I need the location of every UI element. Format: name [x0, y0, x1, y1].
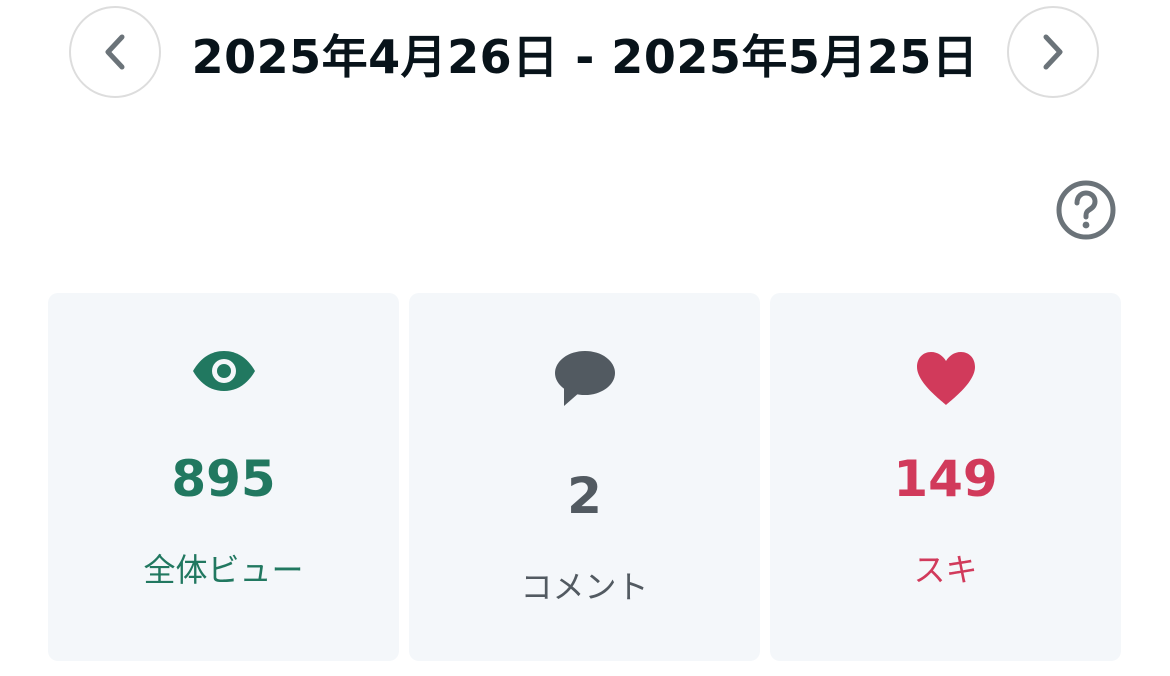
chevron-left-icon	[105, 34, 125, 70]
likes-stat-card: 149 スキ	[770, 293, 1121, 661]
question-circle-icon	[1056, 180, 1116, 240]
next-period-button[interactable]	[1007, 6, 1099, 98]
comments-label: コメント	[520, 568, 649, 606]
eye-icon	[192, 351, 255, 391]
views-stat-card: 895 全体ビュー	[48, 293, 399, 661]
likes-label: スキ	[913, 551, 978, 589]
likes-count: 149	[893, 450, 998, 508]
previous-period-button[interactable]	[69, 6, 161, 98]
comments-count: 2	[567, 467, 602, 525]
chevron-right-icon	[1043, 34, 1063, 70]
heart-icon	[916, 352, 975, 405]
views-count: 895	[171, 450, 276, 508]
help-button[interactable]	[1055, 179, 1117, 241]
date-range-title: 2025年4月26日 - 2025年5月25日	[191, 30, 979, 84]
comments-stat-card: 2 コメント	[409, 293, 760, 661]
views-label: 全体ビュー	[143, 551, 304, 589]
speech-bubble-icon	[554, 351, 615, 406]
